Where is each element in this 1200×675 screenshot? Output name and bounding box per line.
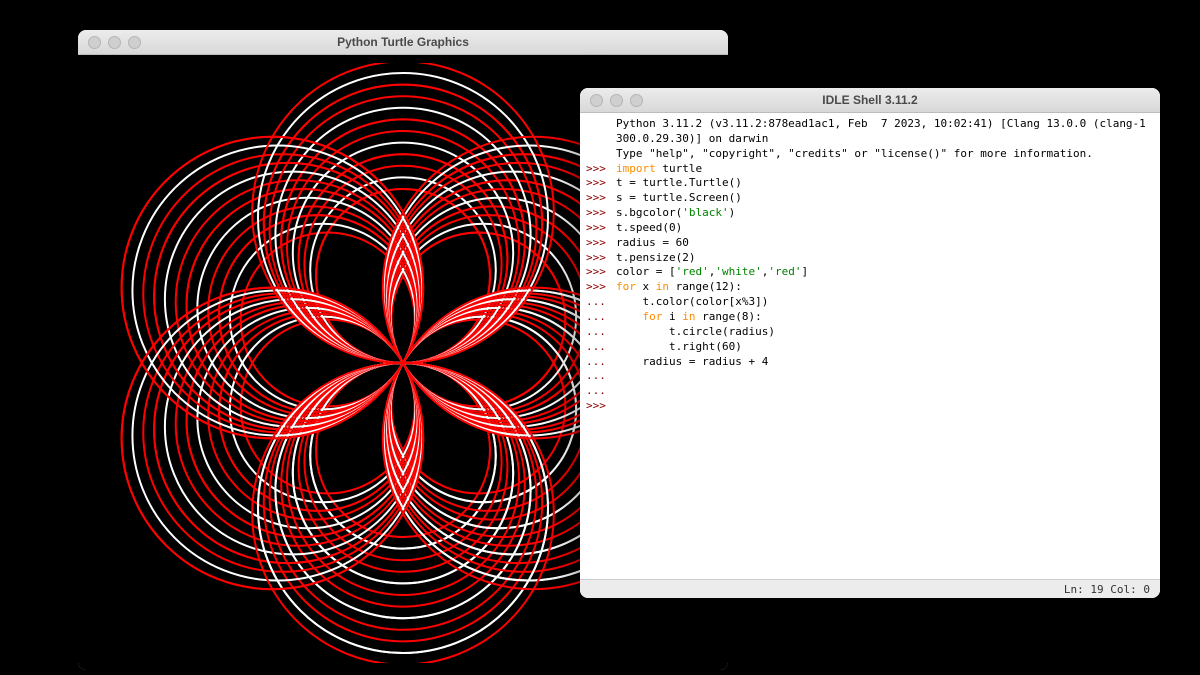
turtle-titlebar[interactable]: Python Turtle Graphics: [78, 30, 728, 55]
zoom-icon[interactable]: [128, 36, 141, 49]
close-icon[interactable]: [88, 36, 101, 49]
idle-window-title: IDLE Shell 3.11.2: [580, 93, 1160, 107]
window-controls: [590, 94, 643, 107]
cursor-position: Ln: 19 Col: 0: [1064, 583, 1150, 596]
idle-shell-window[interactable]: IDLE Shell 3.11.2 Python 3.11.2 (v3.11.2…: [580, 88, 1160, 598]
minimize-icon[interactable]: [108, 36, 121, 49]
idle-shell-text[interactable]: Python 3.11.2 (v3.11.2:878ead1ac1, Feb 7…: [580, 113, 1160, 579]
minimize-icon[interactable]: [610, 94, 623, 107]
idle-titlebar[interactable]: IDLE Shell 3.11.2: [580, 88, 1160, 113]
zoom-icon[interactable]: [630, 94, 643, 107]
close-icon[interactable]: [590, 94, 603, 107]
idle-status-bar: Ln: 19 Col: 0: [580, 579, 1160, 598]
turtle-window-title: Python Turtle Graphics: [78, 35, 728, 49]
window-controls: [88, 36, 141, 49]
